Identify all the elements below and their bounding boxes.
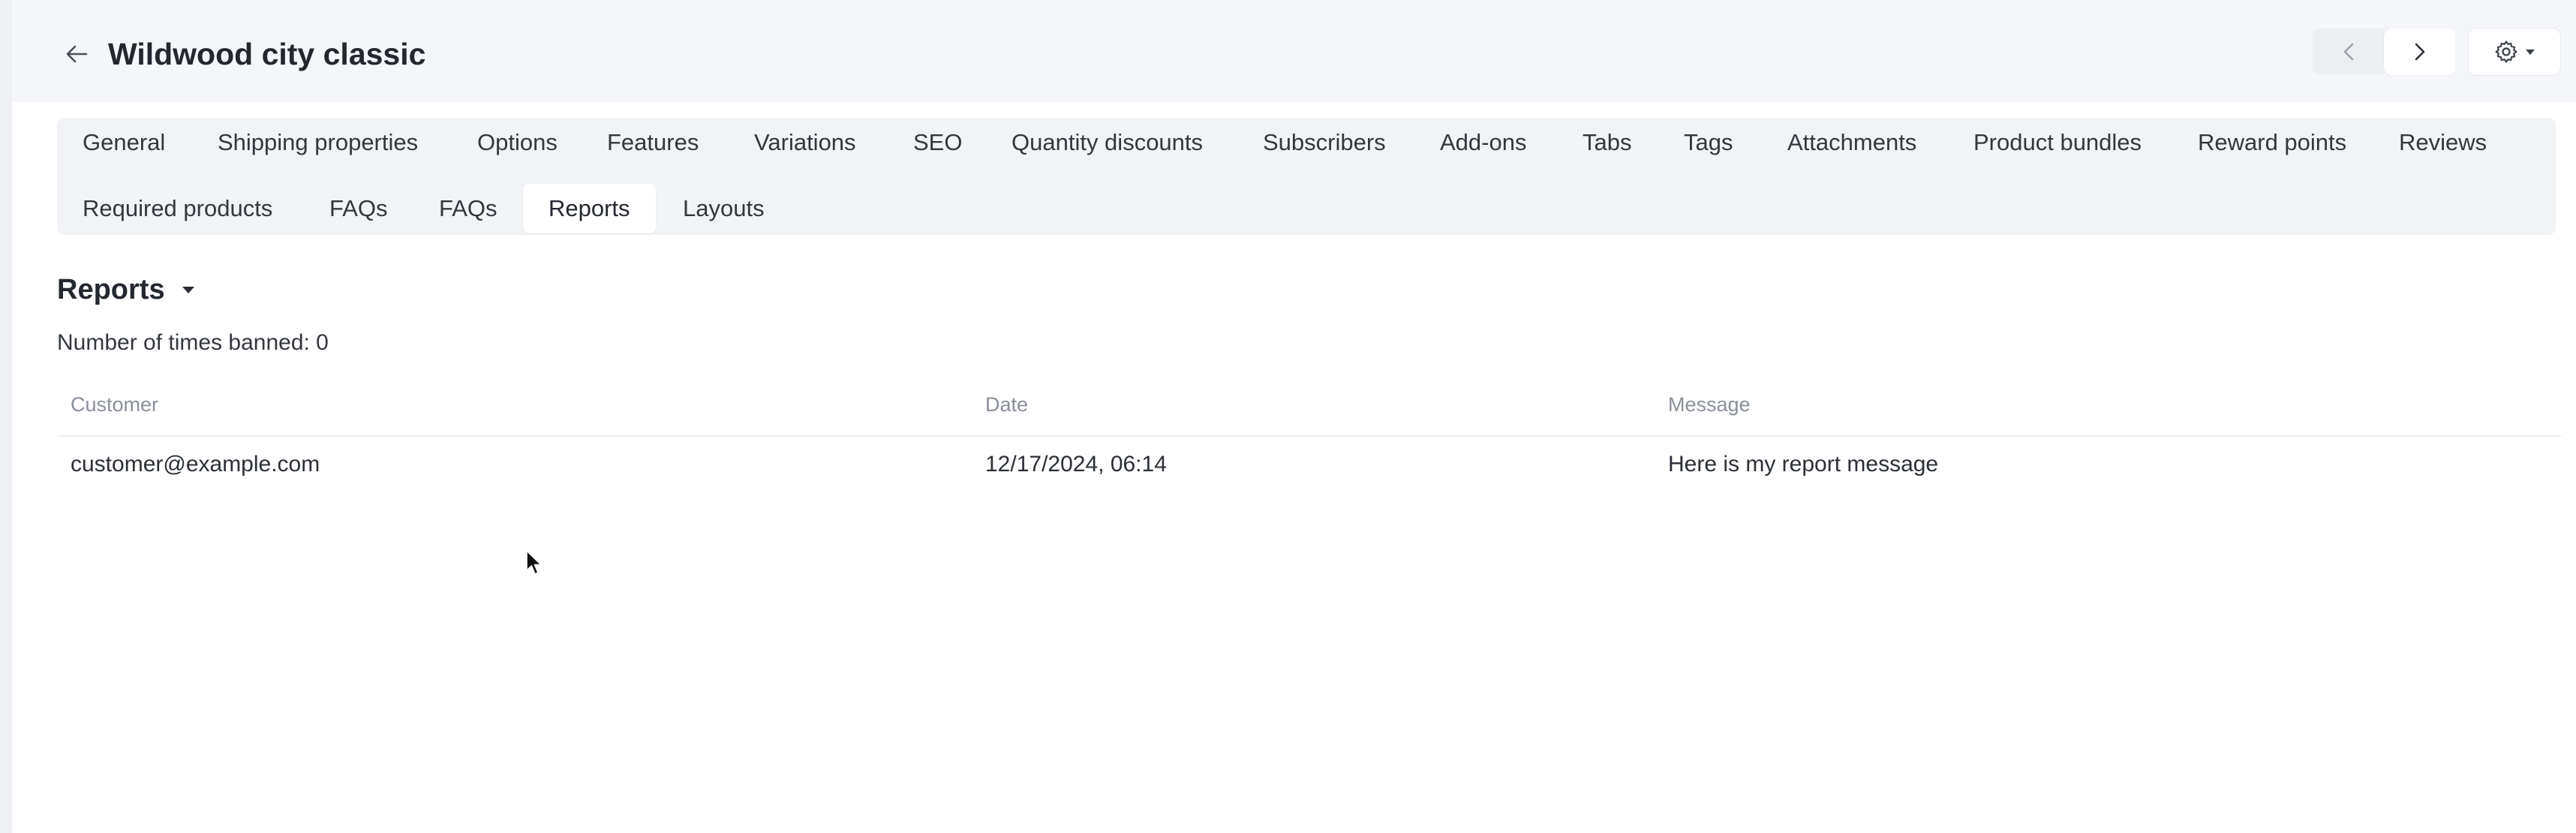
- back-button[interactable]: [60, 33, 93, 75]
- tab-shipping-properties[interactable]: Shipping properties: [192, 118, 443, 167]
- chevron-left-icon: [2343, 42, 2355, 62]
- section-title: Reports: [57, 273, 165, 305]
- column-header-date: Date: [985, 393, 1029, 416]
- tab-attachments[interactable]: Attachments: [1762, 118, 1942, 167]
- mouse-pointer-icon: [525, 549, 543, 576]
- tab-general[interactable]: General: [57, 118, 191, 167]
- tab-tags[interactable]: Tags: [1658, 118, 1758, 167]
- tab-product-bundles[interactable]: Product bundles: [1948, 118, 2167, 167]
- arrow-left-icon: [65, 44, 88, 64]
- page-title: Wildwood city classic: [108, 37, 426, 71]
- settings-dropdown-button[interactable]: [2469, 29, 2560, 75]
- column-header-customer: Customer: [71, 393, 159, 416]
- row-date-cell: 12/17/2024, 06:14: [985, 452, 1167, 477]
- tab-features[interactable]: Features: [582, 118, 724, 167]
- row-customer-cell: customer@example.com: [71, 452, 320, 477]
- tab-required-products[interactable]: Required products: [57, 184, 298, 233]
- column-header-message: Message: [1668, 393, 1751, 416]
- record-navigation: [2313, 29, 2455, 75]
- tab-reports[interactable]: Reports: [523, 184, 656, 233]
- banned-count-text: Number of times banned: 0: [57, 330, 329, 355]
- caret-down-icon: [182, 285, 195, 294]
- product-tabs: General Shipping properties Options Feat…: [57, 118, 2556, 235]
- caret-down-icon: [2525, 48, 2535, 56]
- reports-section-toggle[interactable]: Reports: [57, 270, 195, 309]
- tab-variations[interactable]: Variations: [729, 118, 882, 167]
- next-button[interactable]: [2384, 29, 2455, 75]
- left-edge-strip: [0, 0, 12, 833]
- tab-add-ons[interactable]: Add-ons: [1414, 118, 1552, 167]
- tab-quantity-discounts[interactable]: Quantity discounts: [986, 118, 1228, 167]
- table-header-divider: [57, 435, 2561, 437]
- tab-faqs-2[interactable]: FAQs: [413, 184, 523, 233]
- previous-button[interactable]: [2313, 29, 2384, 75]
- tab-subscribers[interactable]: Subscribers: [1237, 118, 1411, 167]
- row-message-cell: Here is my report message: [1668, 452, 1939, 477]
- tab-reviews[interactable]: Reviews: [2373, 118, 2512, 167]
- tab-faqs[interactable]: FAQs: [304, 184, 413, 233]
- tab-reward-points[interactable]: Reward points: [2172, 118, 2372, 167]
- tab-seo[interactable]: SEO: [888, 118, 987, 167]
- gear-icon: [2493, 39, 2519, 65]
- tab-options[interactable]: Options: [452, 118, 583, 167]
- tab-tabs[interactable]: Tabs: [1557, 118, 1657, 167]
- chevron-right-icon: [2414, 42, 2426, 62]
- page-header: Wildwood city classic: [12, 0, 2576, 102]
- tab-layouts[interactable]: Layouts: [657, 184, 790, 233]
